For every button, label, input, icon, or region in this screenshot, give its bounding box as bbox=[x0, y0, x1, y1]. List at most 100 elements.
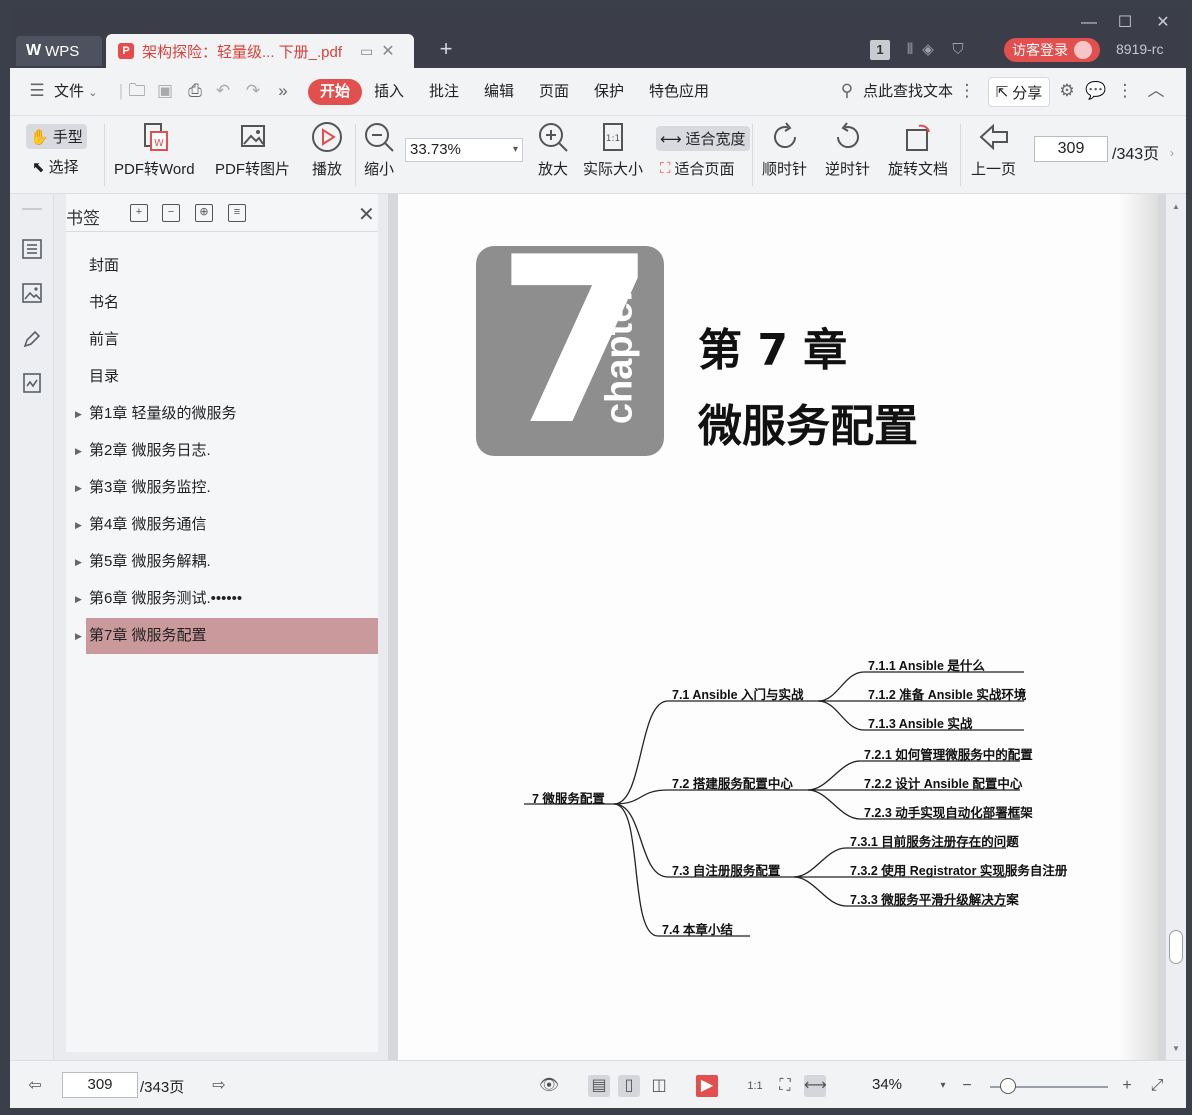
fullscreen-icon[interactable]: ⤢ bbox=[1146, 1075, 1168, 1097]
new-tab-plus-icon[interactable]: + bbox=[434, 38, 458, 62]
expand-arrow-icon[interactable]: ▶ bbox=[75, 470, 82, 506]
next-page-arrow-icon[interactable]: ⇨ bbox=[208, 1075, 230, 1097]
zoom-out-button[interactable]: 缩小 bbox=[362, 120, 396, 179]
bookmark-list-icon[interactable] bbox=[21, 238, 43, 260]
bookmark-item[interactable]: ▶ 第2章 微服务日志. bbox=[75, 433, 378, 469]
document-viewport[interactable]: 7 chapter 第 7 章 微服务配置 7 微服务配置 7.1 Ansible… bbox=[388, 194, 1166, 1060]
bookmark-item[interactable]: ▶ 第6章 微服务测试.•••••• bbox=[75, 581, 378, 617]
settings-gear-icon[interactable]: ⚙ bbox=[1056, 80, 1078, 102]
more-vertical-icon[interactable]: ⋮ bbox=[956, 80, 978, 102]
prev-page-button[interactable]: 上一页 bbox=[971, 120, 1016, 179]
bookmark-item[interactable]: 封面 bbox=[86, 248, 378, 284]
actual-size-icon[interactable]: 1:1 bbox=[744, 1075, 766, 1097]
bookmark-item[interactable]: ▶ 第3章 微服务监控. bbox=[75, 470, 378, 506]
bookmark-item[interactable]: ▶ 第1章 轻量级的微服务 bbox=[75, 396, 378, 432]
minimize-icon[interactable]: — bbox=[1078, 12, 1100, 34]
bookmark-item[interactable]: ▶ 第7章 微服务配置 bbox=[75, 618, 378, 654]
fit-page-icon[interactable]: ⛶ bbox=[774, 1075, 796, 1097]
tab-close-icon[interactable]: ✕ bbox=[381, 41, 394, 61]
expand-arrow-icon[interactable]: ▶ bbox=[75, 507, 82, 543]
search-icon[interactable]: ⚲ bbox=[836, 80, 858, 102]
status-page-input[interactable]: 309 bbox=[62, 1072, 138, 1098]
comment-icon[interactable]: 💬 bbox=[1085, 80, 1107, 102]
rotate-clockwise-button[interactable]: 顺时针 bbox=[762, 120, 807, 179]
expand-all-icon[interactable]: + bbox=[130, 204, 148, 222]
expand-arrow-icon[interactable]: ▶ bbox=[75, 433, 82, 469]
window-count-badge[interactable]: 1 bbox=[870, 40, 890, 60]
vertical-scrollbar[interactable]: ▲ ▼ bbox=[1166, 194, 1186, 1060]
open-folder-icon[interactable]: 🗀 bbox=[126, 80, 148, 102]
bookmark-item[interactable]: 前言 bbox=[86, 322, 378, 358]
redo-icon[interactable]: ↷ bbox=[242, 80, 264, 102]
maximize-icon[interactable]: ☐ bbox=[1114, 12, 1136, 34]
prev-page-arrow-icon[interactable]: ⇦ bbox=[24, 1075, 46, 1097]
scroll-down-icon[interactable]: ▼ bbox=[1172, 1044, 1180, 1053]
collapse-all-icon[interactable]: − bbox=[162, 204, 180, 222]
skin-icon[interactable]: ◈ bbox=[918, 40, 938, 60]
collapse-chevron-up-icon[interactable]: ︿ bbox=[1145, 80, 1167, 102]
undo-icon[interactable]: ↶ bbox=[212, 80, 234, 102]
monitor-icon[interactable]: ▭ bbox=[360, 43, 373, 60]
annotation-pen-icon[interactable] bbox=[21, 328, 43, 350]
hamburger-menu-icon[interactable]: ☰ bbox=[26, 80, 48, 102]
play-slideshow-icon[interactable]: ▶ bbox=[696, 1075, 718, 1097]
bookmark-item[interactable]: ▶ 第5章 微服务解耦. bbox=[75, 544, 378, 580]
close-panel-icon[interactable]: ✕ bbox=[358, 202, 375, 227]
print-icon[interactable]: ⎙ bbox=[184, 80, 206, 102]
status-zoom-value[interactable]: 34% bbox=[872, 1076, 902, 1093]
rotate-document-button[interactable]: 旋转文档 bbox=[888, 120, 948, 179]
tab-insert[interactable]: 插入 bbox=[374, 80, 404, 101]
fit-width-icon[interactable]: ⟷ bbox=[804, 1075, 827, 1097]
ribbon-scroll-right-icon[interactable]: › bbox=[1170, 146, 1174, 160]
expand-arrow-icon[interactable]: ▶ bbox=[75, 581, 82, 617]
zoom-slider-knob[interactable] bbox=[1000, 1078, 1016, 1094]
hand-tool-button[interactable]: ✋ 手型 bbox=[26, 124, 87, 149]
rotate-counter-clockwise-button[interactable]: 逆时针 bbox=[825, 120, 870, 179]
document-tab[interactable]: P 架构探险：轻量级... 下册_.pdf ▭ ✕ bbox=[106, 34, 414, 68]
scroll-thumb[interactable] bbox=[1169, 930, 1183, 964]
search-text-button[interactable]: 点此查找文本 bbox=[863, 80, 953, 101]
share-button[interactable]: ⇱ 分享 bbox=[988, 77, 1050, 107]
more-chevron-icon[interactable]: » bbox=[272, 80, 294, 102]
add-bookmark-icon[interactable]: ⊕ bbox=[195, 204, 213, 222]
expand-arrow-icon[interactable]: ▶ bbox=[75, 544, 82, 580]
save-icon[interactable]: ▣ bbox=[154, 80, 176, 102]
bookmark-item[interactable]: 目录 bbox=[86, 359, 378, 395]
fit-page-button[interactable]: ⛶ 适合页面 bbox=[660, 158, 735, 179]
fit-width-button[interactable]: ⟷ 适合宽度 bbox=[656, 126, 750, 151]
tab-start[interactable]: 开始 bbox=[308, 79, 362, 105]
play-button[interactable]: 播放 bbox=[310, 120, 344, 179]
wps-home-tab[interactable]: W WPS bbox=[16, 36, 102, 66]
expand-arrow-icon[interactable]: ▶ bbox=[75, 618, 82, 654]
zoom-dropdown-icon[interactable]: ▾ bbox=[932, 1075, 954, 1097]
bookmark-item[interactable]: ▶ 第4章 微服务通信 bbox=[75, 507, 378, 543]
tab-protect[interactable]: 保护 bbox=[594, 80, 624, 101]
expand-arrow-icon[interactable]: ▶ bbox=[75, 396, 82, 432]
tab-edit[interactable]: 编辑 bbox=[484, 80, 514, 101]
scroll-up-icon[interactable]: ▲ bbox=[1172, 202, 1180, 211]
bookmark-item[interactable]: 书名 bbox=[86, 285, 378, 321]
pdf-to-image-button[interactable]: PDF转图片 bbox=[215, 120, 290, 179]
thumbnail-image-icon[interactable] bbox=[21, 282, 43, 304]
zoom-select[interactable]: 33.73% ▾ bbox=[405, 138, 523, 162]
eye-protection-icon[interactable]: 👁 bbox=[538, 1075, 560, 1097]
tab-page[interactable]: 页面 bbox=[539, 80, 569, 101]
single-page-view-icon[interactable]: ▯ bbox=[618, 1075, 640, 1097]
zoom-out-minus-icon[interactable]: − bbox=[956, 1075, 978, 1097]
shirt-icon[interactable]: ⛉ bbox=[948, 40, 968, 60]
signature-icon[interactable] bbox=[21, 372, 43, 394]
close-icon[interactable]: ✕ bbox=[1152, 12, 1174, 34]
guest-login-button[interactable]: 访客登录 bbox=[1004, 38, 1100, 62]
zoom-in-button[interactable]: 放大 bbox=[536, 120, 570, 179]
zoom-in-plus-icon[interactable]: + bbox=[1116, 1075, 1138, 1097]
more-vertical-icon[interactable]: ⋮ bbox=[1114, 80, 1136, 102]
bookmark-settings-icon[interactable]: ≡ bbox=[228, 204, 246, 222]
two-page-view-icon[interactable]: ◫ bbox=[648, 1075, 670, 1097]
tab-special-apps[interactable]: 特色应用 bbox=[649, 80, 709, 101]
page-number-input[interactable]: 309 bbox=[1034, 136, 1108, 162]
actual-size-button[interactable]: 1:1 实际大小 bbox=[583, 120, 643, 179]
select-tool-button[interactable]: ⬉ 选择 bbox=[32, 156, 79, 177]
pdf-to-word-button[interactable]: W PDF转Word bbox=[114, 120, 195, 179]
continuous-view-icon[interactable]: ▤ bbox=[588, 1075, 610, 1097]
tab-annotate[interactable]: 批注 bbox=[429, 80, 459, 101]
